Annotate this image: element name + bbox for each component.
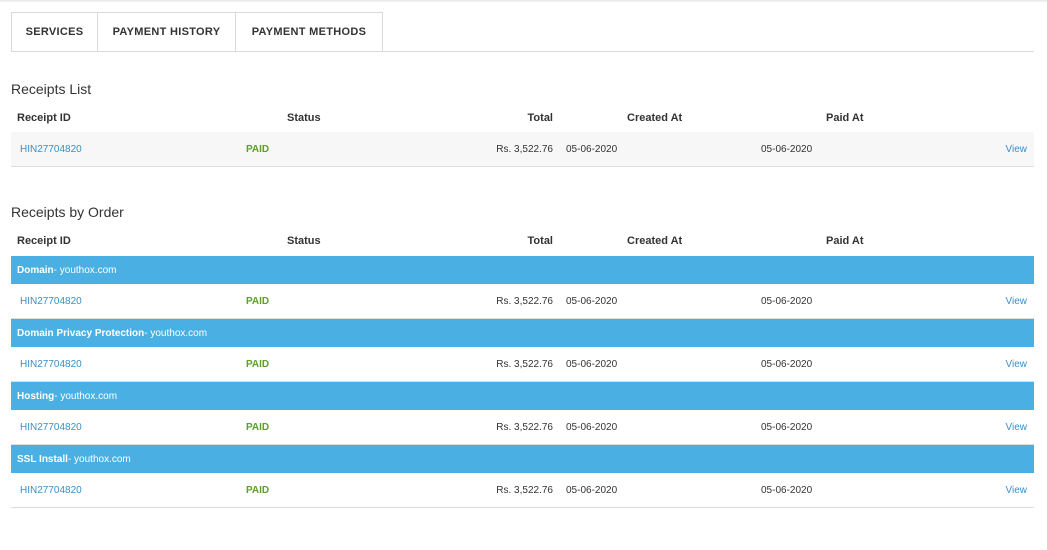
paid-at-date: 05-06-2020 bbox=[761, 359, 813, 370]
col-receipt-id: Receipt ID bbox=[17, 235, 71, 247]
created-at-date: 05-06-2020 bbox=[566, 144, 618, 155]
paid-at-date: 05-06-2020 bbox=[761, 144, 813, 155]
tab-divider bbox=[382, 51, 1034, 52]
tab-payment-methods[interactable]: PAYMENT METHODS bbox=[235, 12, 383, 52]
created-at-date: 05-06-2020 bbox=[566, 485, 618, 496]
status-badge: PAID bbox=[246, 485, 270, 496]
receipt-id-link[interactable]: HIN27704820 bbox=[20, 485, 82, 496]
group-domain: - youthox.com bbox=[53, 264, 117, 276]
col-status: Status bbox=[287, 112, 321, 124]
tab-bar: SERVICES PAYMENT HISTORY PAYMENT METHODS bbox=[11, 12, 383, 52]
view-link[interactable]: View bbox=[1006, 359, 1028, 370]
group-header-domain-privacy: Domain Privacy Protection - youthox.com bbox=[11, 319, 1034, 347]
paid-at-date: 05-06-2020 bbox=[761, 422, 813, 433]
table-row: HIN27704820 PAID Rs. 3,522.76 05-06-2020… bbox=[11, 347, 1034, 382]
group-name: Domain Privacy Protection bbox=[17, 327, 145, 339]
group-name: Hosting bbox=[17, 390, 55, 402]
total-amount: Rs. 3,522.76 bbox=[496, 296, 553, 307]
status-badge: PAID bbox=[246, 422, 270, 433]
created-at-date: 05-06-2020 bbox=[566, 422, 618, 433]
view-link[interactable]: View bbox=[1006, 144, 1028, 155]
group-domain: - youthox.com bbox=[67, 453, 131, 465]
col-status: Status bbox=[287, 235, 321, 247]
group-name: Domain bbox=[17, 264, 54, 276]
total-amount: Rs. 3,522.76 bbox=[496, 359, 553, 370]
created-at-date: 05-06-2020 bbox=[566, 359, 618, 370]
table-row: HIN27704820 PAID Rs. 3,522.76 05-06-2020… bbox=[11, 473, 1034, 508]
group-header-domain: Domain - youthox.com bbox=[11, 256, 1034, 284]
total-amount: Rs. 3,522.76 bbox=[496, 422, 553, 433]
group-name: SSL Install bbox=[17, 453, 68, 465]
col-total: Total bbox=[527, 112, 553, 124]
total-amount: Rs. 3,522.76 bbox=[496, 144, 553, 155]
paid-at-date: 05-06-2020 bbox=[761, 296, 813, 307]
receipt-id-link[interactable]: HIN27704820 bbox=[20, 422, 82, 433]
col-created-at: Created At bbox=[627, 235, 683, 247]
status-badge: PAID bbox=[246, 144, 270, 155]
col-paid-at: Paid At bbox=[826, 235, 864, 247]
view-link[interactable]: View bbox=[1006, 296, 1028, 307]
receipt-id-link[interactable]: HIN27704820 bbox=[20, 359, 82, 370]
table-row: HIN27704820 PAID Rs. 3,522.76 05-06-2020… bbox=[11, 132, 1034, 167]
group-header-ssl-install: SSL Install - youthox.com bbox=[11, 445, 1034, 473]
group-domain: - youthox.com bbox=[144, 327, 208, 339]
tab-services[interactable]: SERVICES bbox=[11, 12, 97, 52]
view-link[interactable]: View bbox=[1006, 422, 1028, 433]
group-domain: - youthox.com bbox=[54, 390, 118, 402]
table-row: HIN27704820 PAID Rs. 3,522.76 05-06-2020… bbox=[11, 284, 1034, 319]
status-badge: PAID bbox=[246, 359, 270, 370]
receipts-list-title: Receipts List bbox=[11, 81, 92, 97]
col-total: Total bbox=[527, 235, 553, 247]
col-created-at: Created At bbox=[627, 112, 683, 124]
receipts-by-order-title: Receipts by Order bbox=[11, 204, 124, 220]
receipt-id-link[interactable]: HIN27704820 bbox=[20, 144, 82, 155]
receipt-id-link[interactable]: HIN27704820 bbox=[20, 296, 82, 307]
receipts-list-table: Receipt ID Status Total Created At Paid … bbox=[11, 108, 1034, 167]
table-row: HIN27704820 PAID Rs. 3,522.76 05-06-2020… bbox=[11, 410, 1034, 445]
col-paid-at: Paid At bbox=[826, 112, 864, 124]
total-amount: Rs. 3,522.76 bbox=[496, 485, 553, 496]
created-at-date: 05-06-2020 bbox=[566, 296, 618, 307]
status-badge: PAID bbox=[246, 296, 270, 307]
table-header: Receipt ID Status Total Created At Paid … bbox=[11, 231, 1034, 256]
receipts-by-order-table: Receipt ID Status Total Created At Paid … bbox=[11, 231, 1034, 508]
paid-at-date: 05-06-2020 bbox=[761, 485, 813, 496]
col-receipt-id: Receipt ID bbox=[17, 112, 71, 124]
top-shadow bbox=[0, 0, 1047, 3]
view-link[interactable]: View bbox=[1006, 485, 1028, 496]
table-header: Receipt ID Status Total Created At Paid … bbox=[11, 108, 1034, 132]
group-header-hosting: Hosting - youthox.com bbox=[11, 382, 1034, 410]
tab-payment-history[interactable]: PAYMENT HISTORY bbox=[97, 12, 235, 52]
